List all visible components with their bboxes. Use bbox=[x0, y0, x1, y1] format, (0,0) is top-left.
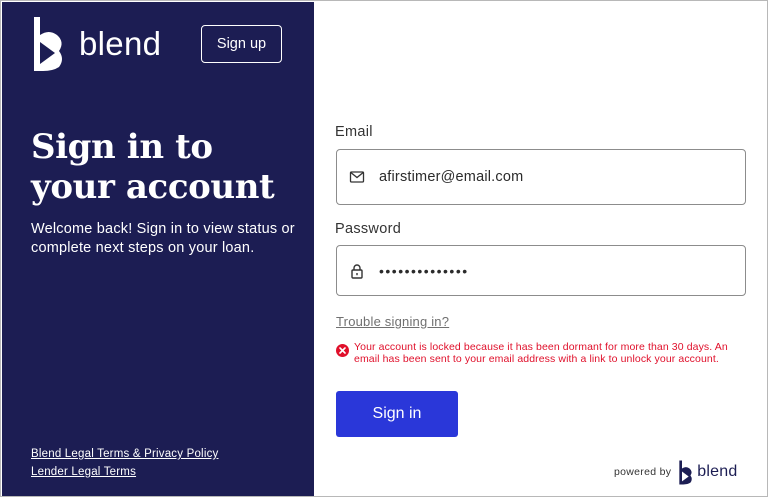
blend-logo-icon bbox=[679, 460, 693, 485]
trouble-signing-in-link[interactable]: Trouble signing in? bbox=[336, 314, 449, 329]
sign-up-button[interactable]: Sign up bbox=[201, 25, 282, 63]
powered-brand-name: blend bbox=[697, 463, 738, 480]
powered-by-blend: powered by blend bbox=[614, 459, 737, 485]
password-input[interactable]: •••••••••••••• bbox=[379, 263, 719, 279]
password-label: Password bbox=[335, 221, 402, 237]
page-title: Sign in to your account bbox=[31, 127, 275, 207]
error-text: Your account is locked because it has be… bbox=[354, 341, 728, 365]
signin-page: blend Sign up Sign in to your account We… bbox=[0, 0, 768, 497]
sign-in-button[interactable]: Sign in bbox=[336, 391, 458, 437]
blend-logo-icon bbox=[34, 17, 62, 71]
error-circle-icon bbox=[336, 344, 349, 357]
lender-legal-terms-link[interactable]: Lender Legal Terms bbox=[31, 466, 136, 478]
email-field[interactable] bbox=[336, 149, 746, 205]
lock-icon bbox=[351, 263, 363, 279]
blend-legal-terms-link[interactable]: Blend Legal Terms & Privacy Policy bbox=[31, 448, 218, 460]
mail-icon bbox=[349, 171, 365, 183]
email-input[interactable] bbox=[379, 169, 719, 185]
brand-logo[interactable]: blend bbox=[31, 15, 161, 71]
password-field[interactable]: •••••••••••••• bbox=[336, 245, 746, 296]
welcome-text: Welcome back! Sign in to view status or … bbox=[31, 221, 295, 256]
powered-by-text: powered by bbox=[614, 466, 672, 478]
error-message: Your account is locked because it has be… bbox=[336, 341, 746, 365]
email-label: Email bbox=[335, 124, 373, 140]
left-panel: blend Sign up Sign in to your account We… bbox=[2, 2, 314, 496]
brand-name: blend bbox=[79, 24, 162, 62]
